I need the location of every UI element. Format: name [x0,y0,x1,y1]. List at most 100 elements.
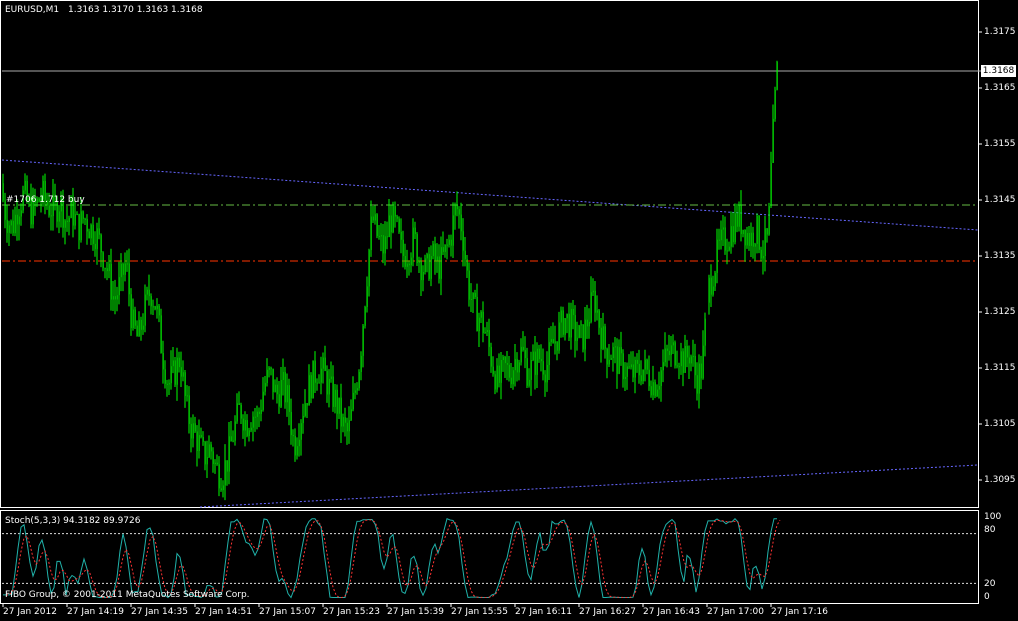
time-axis-label: 27 Jan 17:16 [771,607,828,617]
candle-body [582,324,584,350]
chart-window[interactable]: EURUSD,M1 1.3163 1.3170 1.3163 1.3168 #1… [0,0,1018,621]
candle-body [504,356,506,364]
candle-body [600,327,602,349]
candle-body [202,436,204,442]
lower-trendline [199,464,979,508]
candle-body [644,359,646,370]
candle-body [674,342,676,366]
candle-body [740,204,742,235]
candle-body [682,351,684,373]
candle-body [474,292,476,297]
candle-body [524,350,526,359]
candle-body [184,372,186,396]
candle-body [312,360,314,399]
candle-body [496,365,498,390]
candle-body [584,319,586,350]
candle-body [530,360,532,380]
candle-body [196,431,198,451]
candle-body [346,422,348,432]
candle-body [238,403,240,405]
candle-body [764,228,766,256]
candle-body [730,226,732,247]
candle-body [648,369,650,387]
candle-body [468,270,470,300]
candle-body [642,369,644,382]
candle-body [564,318,566,335]
candle-body [128,263,130,295]
stoch-level-label: 20 [984,579,996,589]
candle-body [672,342,674,346]
candle-body [316,382,318,384]
candle-body [510,377,512,385]
candle-body [738,204,740,227]
candle-body [608,359,610,365]
candle-body [200,435,202,437]
candle-body [98,228,100,235]
candle-body [770,162,772,207]
candle-body [282,371,284,380]
candle-body [552,339,554,344]
candle-body [176,357,178,385]
candle-body [694,355,696,376]
candle-body [568,313,570,338]
candle-body [772,118,774,163]
candle-body [776,61,778,90]
candle-body [538,348,540,360]
candle-body [688,357,690,364]
candle-body [578,325,580,338]
candle-body [442,247,444,252]
candle-body [570,308,572,338]
candle-body [354,390,356,393]
candle-body [304,403,306,416]
candle-body [690,356,692,364]
time-axis-label: 27 Jan 15:23 [323,607,380,617]
candle-body [636,359,638,364]
candle-body [212,451,214,465]
candle-body [178,357,180,368]
candle-body [708,277,710,303]
candle-body [278,394,280,407]
candle-body [338,397,340,414]
candle-body [754,243,756,247]
price-axis-label: 1.3145 [984,195,1016,205]
candle-body [386,236,388,238]
candle-body [94,243,96,250]
candle-body [418,261,420,264]
candle-body [120,263,122,278]
candle-body [116,295,118,300]
candle-body [724,227,726,251]
candle-body [714,272,716,287]
price-axis-label: 1.3125 [984,307,1016,317]
candle-body [566,313,568,319]
candle-body [734,213,736,243]
candle-body [284,371,286,403]
candle-body [18,216,20,225]
candle-body [64,220,66,228]
candle-body [458,209,460,215]
candle-body [392,206,394,233]
candle-body [50,215,52,217]
candle-body [476,296,478,332]
candle-body [214,462,216,465]
candle-body [516,359,518,373]
candle-body [352,392,354,410]
candle-body [718,239,720,241]
candle-body [364,306,366,326]
candle-body [572,308,574,316]
candle-body [232,440,234,442]
candle-body [204,441,206,465]
ohlc-label: 1.3163 1.3170 1.3163 1.3168 [68,5,203,15]
price-chart-canvas[interactable] [0,0,1018,621]
copyright-label: FIBO Group, © 2001-2011 MetaQuotes Softw… [5,590,250,600]
candle-body [586,319,588,327]
candle-body [696,375,698,394]
candle-body [290,411,292,436]
candle-body [742,229,744,235]
candle-body [256,411,258,417]
candle-body [206,457,208,465]
candle-body [274,384,276,393]
candle-body [218,464,220,489]
candle-body [604,326,606,349]
candle-body [404,256,406,267]
candle-body [700,363,702,379]
